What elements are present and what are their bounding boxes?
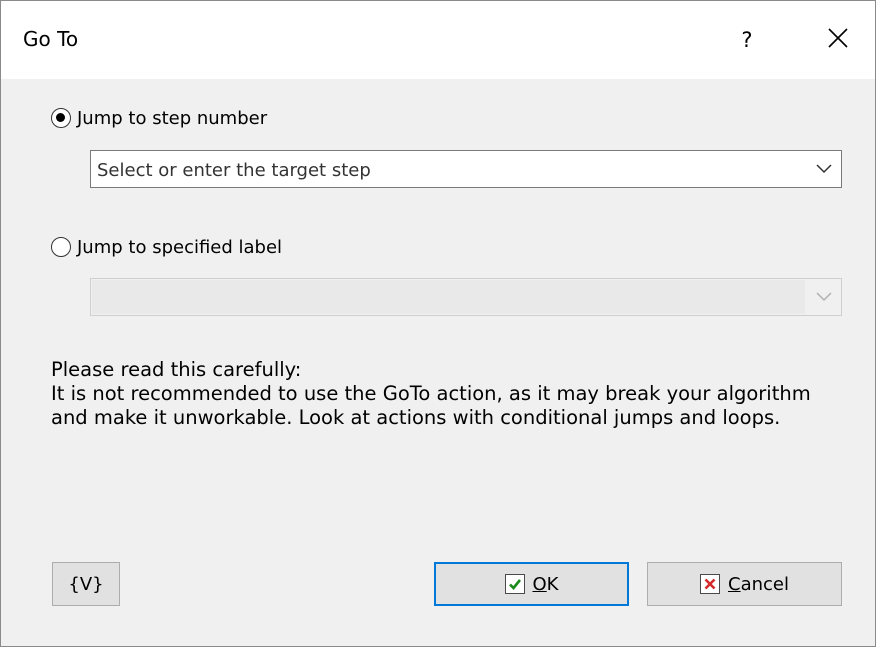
chevron-down-icon[interactable] [815, 162, 833, 176]
cancel-button-label: Cancel [728, 573, 789, 595]
warning-notice: Please read this carefully: It is not re… [51, 358, 831, 430]
checkmark-icon [504, 574, 525, 594]
ok-button-label: OK [532, 573, 559, 595]
chevron-down-icon [816, 292, 832, 302]
help-button[interactable]: ? [721, 21, 773, 59]
radio-jump-to-step[interactable]: Jump to step number [51, 105, 267, 131]
label-field [92, 280, 805, 314]
variables-button[interactable]: {V} [52, 562, 120, 606]
title-bar: Go To ? [1, 1, 875, 79]
variables-button-label: {V} [68, 573, 104, 595]
notice-heading: Please read this carefully: [51, 358, 302, 381]
label-combobox-disabled [90, 278, 842, 316]
target-step-combobox[interactable] [90, 150, 842, 189]
radio-button-unchecked[interactable] [51, 237, 71, 257]
target-step-input[interactable] [95, 151, 799, 189]
notice-body: It is not recommended to use the GoTo ac… [51, 382, 811, 429]
radio-jump-to-step-label: Jump to step number [77, 107, 268, 129]
radio-jump-to-label[interactable]: Jump to specified label [51, 234, 282, 260]
close-button[interactable] [801, 17, 875, 61]
radio-button-checked[interactable] [51, 108, 71, 128]
go-to-dialog: Go To ? Jump to step number Jump to spec… [0, 0, 876, 647]
cancel-button[interactable]: Cancel [647, 562, 842, 606]
cancel-x-icon [700, 574, 720, 594]
close-icon [828, 28, 848, 48]
radio-jump-to-label-label: Jump to specified label [77, 236, 283, 258]
ok-button[interactable]: OK [434, 562, 629, 606]
dialog-title: Go To [23, 27, 79, 51]
